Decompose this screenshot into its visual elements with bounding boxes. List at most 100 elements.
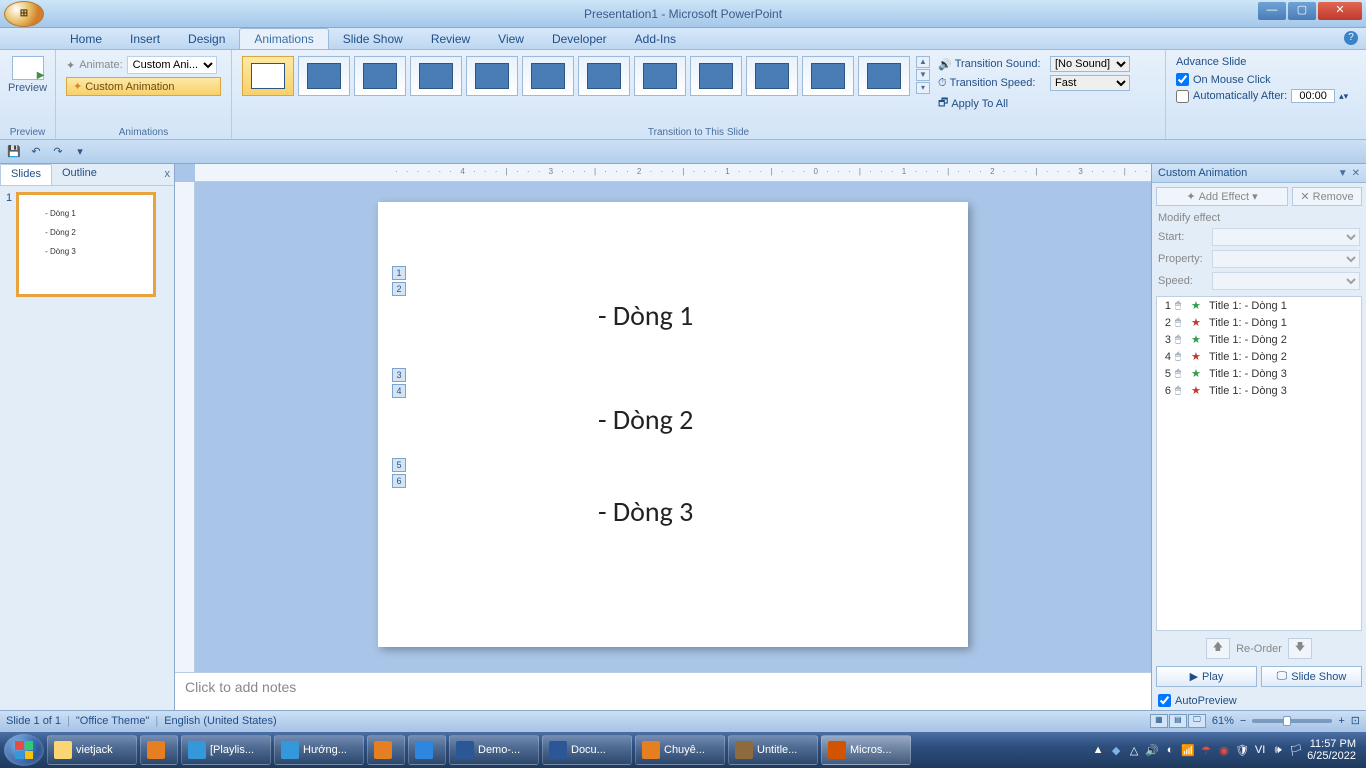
transition-none[interactable] (242, 56, 294, 96)
panel-close-icon[interactable]: x (165, 168, 171, 180)
animation-tag[interactable]: 3 (392, 368, 406, 382)
animation-tag[interactable]: 5 (392, 458, 406, 472)
fit-button[interactable]: ⊡ (1351, 714, 1360, 727)
start-select[interactable] (1212, 228, 1360, 246)
lang-icon[interactable]: VI (1253, 743, 1267, 757)
notes-pane[interactable]: Click to add notes (175, 672, 1151, 710)
taskbar-item[interactable]: Hướng... (274, 735, 364, 765)
transition-item[interactable] (746, 56, 798, 96)
slide-text-line[interactable]: - Dòng 1 (598, 298, 693, 333)
volume-icon[interactable]: 🔊 (1145, 743, 1159, 757)
apply-to-all-button[interactable]: 🗗 Apply To All (938, 94, 1130, 113)
flag-icon[interactable]: 🏳 (1289, 743, 1303, 757)
animation-list-item[interactable]: 5🖱★Title 1: - Dòng 3 (1157, 365, 1361, 382)
start-button[interactable] (4, 734, 44, 766)
add-effect-button[interactable]: ✦ Add Effect ▾ (1156, 187, 1288, 206)
animation-tag[interactable]: 2 (392, 282, 406, 296)
qat-dropdown[interactable]: ▾ (72, 144, 88, 160)
system-tray[interactable]: ▲ ◆ △ 🔊 ◐ 📶 ☂ ◉ 🛡 VI 🕪 🏳 11:57 PM6/25/20… (1091, 738, 1362, 762)
transition-item[interactable] (578, 56, 630, 96)
animation-tag[interactable]: 4 (392, 384, 406, 398)
undo-button[interactable]: ↶ (28, 144, 44, 160)
zoom-in-button[interactable]: + (1338, 715, 1344, 727)
on-mouse-click-checkbox[interactable]: On Mouse Click (1176, 73, 1356, 86)
outline-tab[interactable]: Outline (52, 164, 107, 185)
transition-item[interactable] (466, 56, 518, 96)
transition-item[interactable] (410, 56, 462, 96)
zoom-slider[interactable] (1252, 719, 1332, 723)
pane-close-icon[interactable]: ✕ (1352, 168, 1360, 179)
taskbar-item[interactable] (408, 735, 446, 765)
transition-item[interactable] (858, 56, 910, 96)
close-button[interactable]: ✕ (1318, 2, 1362, 20)
status-language[interactable]: English (United States) (164, 715, 277, 727)
help-icon[interactable]: ? (1344, 31, 1358, 45)
animation-list-item[interactable]: 1🖱★Title 1: - Dòng 1 (1157, 297, 1361, 314)
taskbar-item[interactable] (367, 735, 405, 765)
tab-review[interactable]: Review (417, 29, 484, 49)
play-button[interactable]: ▶ Play (1156, 666, 1257, 687)
slide-text-line[interactable]: - Dòng 2 (598, 402, 693, 437)
animation-list-item[interactable]: 3🖱★Title 1: - Dòng 2 (1157, 331, 1361, 348)
reorder-down-button[interactable]: 🡇 (1288, 638, 1312, 659)
tab-slide-show[interactable]: Slide Show (329, 29, 417, 49)
slideshow-view-button[interactable]: 🖵 (1188, 714, 1206, 728)
auto-after-checkbox[interactable]: Automatically After: ▴▾ (1176, 89, 1356, 103)
reorder-up-button[interactable]: 🡅 (1206, 638, 1230, 659)
tab-design[interactable]: Design (174, 29, 239, 49)
tab-developer[interactable]: Developer (538, 29, 621, 49)
transition-item[interactable] (354, 56, 406, 96)
animate-select[interactable]: Custom Ani... (127, 56, 217, 74)
taskbar-item[interactable]: vietjack (47, 735, 137, 765)
tray-icon[interactable]: 🛡 (1235, 743, 1249, 757)
maximize-button[interactable]: ▢ (1288, 2, 1316, 20)
animation-list-item[interactable]: 6🖱★Title 1: - Dòng 3 (1157, 382, 1361, 399)
animation-tag[interactable]: 6 (392, 474, 406, 488)
animation-list-item[interactable]: 2🖱★Title 1: - Dòng 1 (1157, 314, 1361, 331)
pane-dropdown-icon[interactable]: ▼ (1338, 168, 1348, 179)
property-select[interactable] (1212, 250, 1360, 268)
transition-item[interactable] (634, 56, 686, 96)
slide[interactable]: 1 2 3 4 5 6 - Dòng 1 - Dòng 2 - Dòng 3 (378, 202, 968, 647)
transition-sound-select[interactable]: [No Sound] (1050, 56, 1130, 72)
redo-button[interactable]: ↷ (50, 144, 66, 160)
tab-insert[interactable]: Insert (116, 29, 174, 49)
network-icon[interactable]: 📶 (1181, 743, 1195, 757)
tray-icon[interactable]: ◆ (1109, 743, 1123, 757)
sorter-view-button[interactable]: ▤ (1169, 714, 1187, 728)
save-button[interactable]: 💾 (6, 144, 22, 160)
tab-view[interactable]: View (484, 29, 538, 49)
tab-add-ins[interactable]: Add-Ins (621, 29, 690, 49)
taskbar-item[interactable]: [Playlis... (181, 735, 271, 765)
speed-select[interactable] (1212, 272, 1360, 290)
clock[interactable]: 11:57 PM6/25/2022 (1307, 738, 1356, 762)
tab-home[interactable]: Home (56, 29, 116, 49)
taskbar-item[interactable] (140, 735, 178, 765)
zoom-out-button[interactable]: − (1240, 715, 1246, 727)
transition-item[interactable] (690, 56, 742, 96)
transition-item[interactable] (298, 56, 350, 96)
slide-thumbnail[interactable]: 1 - Dòng 1- Dòng 2- Dòng 3 (6, 192, 168, 297)
tray-icon[interactable]: △ (1127, 743, 1141, 757)
taskbar-item[interactable]: Untitle... (728, 735, 818, 765)
animation-list[interactable]: 1🖱★Title 1: - Dòng 12🖱★Title 1: - Dòng 1… (1156, 296, 1362, 631)
slide-text-line[interactable]: - Dòng 3 (598, 494, 693, 529)
normal-view-button[interactable]: ▦ (1150, 714, 1168, 728)
transition-speed-select[interactable]: Fast (1050, 75, 1130, 91)
animation-tag[interactable]: 1 (392, 266, 406, 280)
tray-icon[interactable]: ◐ (1163, 743, 1177, 757)
tab-animations[interactable]: Animations (239, 28, 328, 49)
remove-effect-button[interactable]: ✕ Remove (1292, 187, 1362, 206)
tray-icon[interactable]: ☂ (1199, 743, 1213, 757)
autopreview-checkbox[interactable] (1158, 694, 1171, 707)
gallery-scroll[interactable]: ▲▼▾ (916, 56, 930, 94)
taskbar-item[interactable]: Chuyê... (635, 735, 725, 765)
preview-button[interactable]: Preview (6, 52, 49, 98)
taskbar-item[interactable]: Demo-... (449, 735, 539, 765)
animation-list-item[interactable]: 4🖱★Title 1: - Dòng 2 (1157, 348, 1361, 365)
slide-canvas[interactable]: 1 2 3 4 5 6 - Dòng 1 - Dòng 2 - Dòng 3 (195, 182, 1151, 672)
transition-item[interactable] (522, 56, 574, 96)
transition-item[interactable] (802, 56, 854, 96)
minimize-button[interactable]: — (1258, 2, 1286, 20)
tray-up-icon[interactable]: ▲ (1091, 743, 1105, 757)
